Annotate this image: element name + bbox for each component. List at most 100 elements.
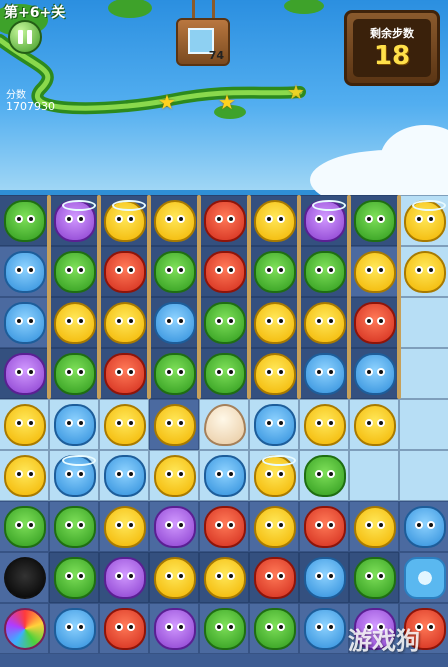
board-cell[interactable]	[49, 399, 99, 450]
bear-piece-icon[interactable]	[104, 455, 146, 497]
chick-piece-icon[interactable]	[254, 455, 296, 497]
chick-piece-icon[interactable]	[304, 404, 346, 446]
frog-piece-icon[interactable]	[204, 353, 246, 395]
chick-piece-icon[interactable]	[104, 506, 146, 548]
board-cell[interactable]	[49, 348, 99, 399]
board-cell[interactable]	[149, 399, 199, 450]
frog-piece-icon[interactable]	[354, 200, 396, 242]
egg-piece-icon[interactable]	[204, 404, 246, 446]
bear-piece-icon[interactable]	[204, 455, 246, 497]
board-cell[interactable]	[99, 603, 149, 654]
bear-piece-icon[interactable]	[54, 404, 96, 446]
board-cell[interactable]	[49, 603, 99, 654]
bear-piece-icon[interactable]	[154, 302, 196, 344]
board-cell[interactable]	[0, 603, 49, 654]
board-cell[interactable]	[0, 297, 49, 348]
chick-piece-icon[interactable]	[4, 455, 46, 497]
board-cell[interactable]	[199, 297, 249, 348]
bear-piece-icon[interactable]	[4, 251, 46, 293]
board-cell[interactable]	[0, 552, 49, 603]
board-cell[interactable]	[149, 603, 199, 654]
fox-piece-icon[interactable]	[104, 353, 146, 395]
board-cell[interactable]	[349, 450, 399, 501]
board-cell[interactable]	[49, 195, 99, 246]
pause-button[interactable]	[8, 20, 42, 54]
board-cell[interactable]	[249, 348, 299, 399]
game-board[interactable]	[0, 195, 448, 667]
bear-piece-icon[interactable]	[4, 302, 46, 344]
fox-piece-icon[interactable]	[204, 251, 246, 293]
owl-piece-icon[interactable]	[154, 506, 196, 548]
board-cell[interactable]	[199, 552, 249, 603]
board-cell[interactable]	[149, 246, 199, 297]
board-cell[interactable]	[199, 348, 249, 399]
board-cell[interactable]	[349, 246, 399, 297]
board-cell[interactable]	[99, 552, 149, 603]
board-cell[interactable]	[49, 450, 99, 501]
board-cell[interactable]	[349, 399, 399, 450]
board-cell[interactable]	[399, 399, 448, 450]
chick-piece-icon[interactable]	[354, 506, 396, 548]
board-cell[interactable]	[199, 603, 249, 654]
frog-piece-icon[interactable]	[54, 353, 96, 395]
board-cell[interactable]	[199, 246, 249, 297]
bear-piece-icon[interactable]	[304, 557, 346, 599]
board-cell[interactable]	[199, 195, 249, 246]
board-cell[interactable]	[299, 195, 349, 246]
frog-piece-icon[interactable]	[4, 200, 46, 242]
frog-piece-icon[interactable]	[54, 506, 96, 548]
board-cell[interactable]	[399, 552, 448, 603]
frog-piece-icon[interactable]	[4, 506, 46, 548]
board-cell[interactable]	[149, 297, 199, 348]
board-cell[interactable]	[49, 246, 99, 297]
board-cell[interactable]	[349, 348, 399, 399]
chick-piece-icon[interactable]	[404, 200, 446, 242]
board-cell[interactable]	[299, 246, 349, 297]
owl-piece-icon[interactable]	[304, 200, 346, 242]
board-cell[interactable]	[149, 552, 199, 603]
board-cell[interactable]	[99, 450, 149, 501]
board-cell[interactable]	[0, 195, 49, 246]
bear-piece-icon[interactable]	[304, 353, 346, 395]
bear-piece-icon[interactable]	[354, 353, 396, 395]
board-cell[interactable]	[249, 552, 299, 603]
fox-piece-icon[interactable]	[204, 200, 246, 242]
board-cell[interactable]	[49, 552, 99, 603]
board-cell[interactable]	[99, 399, 149, 450]
board-cell[interactable]	[249, 297, 299, 348]
board-cell[interactable]	[399, 195, 448, 246]
board-cell[interactable]	[99, 297, 149, 348]
frog-piece-icon[interactable]	[204, 302, 246, 344]
board-cell[interactable]	[149, 348, 199, 399]
board-cell[interactable]	[399, 348, 448, 399]
board-cell[interactable]	[349, 501, 399, 552]
board-cell[interactable]	[299, 450, 349, 501]
chick-piece-icon[interactable]	[154, 200, 196, 242]
board-cell[interactable]	[149, 195, 199, 246]
frog-piece-icon[interactable]	[254, 608, 296, 650]
chick-piece-icon[interactable]	[304, 302, 346, 344]
board-cell[interactable]	[0, 450, 49, 501]
board-cell[interactable]	[399, 297, 448, 348]
frog-piece-icon[interactable]	[54, 557, 96, 599]
board-cell[interactable]	[299, 501, 349, 552]
board-cell[interactable]	[199, 450, 249, 501]
frog-piece-icon[interactable]	[254, 251, 296, 293]
fox-piece-icon[interactable]	[104, 251, 146, 293]
fox-piece-icon[interactable]	[204, 506, 246, 548]
board-cell[interactable]	[299, 348, 349, 399]
frog-piece-icon[interactable]	[204, 608, 246, 650]
fox-piece-icon[interactable]	[354, 302, 396, 344]
board-cell[interactable]	[199, 501, 249, 552]
frog-piece-icon[interactable]	[354, 557, 396, 599]
board-cell[interactable]	[0, 246, 49, 297]
chick-piece-icon[interactable]	[104, 200, 146, 242]
bear-piece-icon[interactable]	[54, 455, 96, 497]
chick-piece-icon[interactable]	[4, 404, 46, 446]
board-cell[interactable]	[299, 399, 349, 450]
chick-piece-icon[interactable]	[154, 455, 196, 497]
board-cell[interactable]	[249, 195, 299, 246]
board-cell[interactable]	[49, 501, 99, 552]
flower-piece-icon[interactable]	[404, 557, 446, 599]
owl-piece-icon[interactable]	[4, 353, 46, 395]
